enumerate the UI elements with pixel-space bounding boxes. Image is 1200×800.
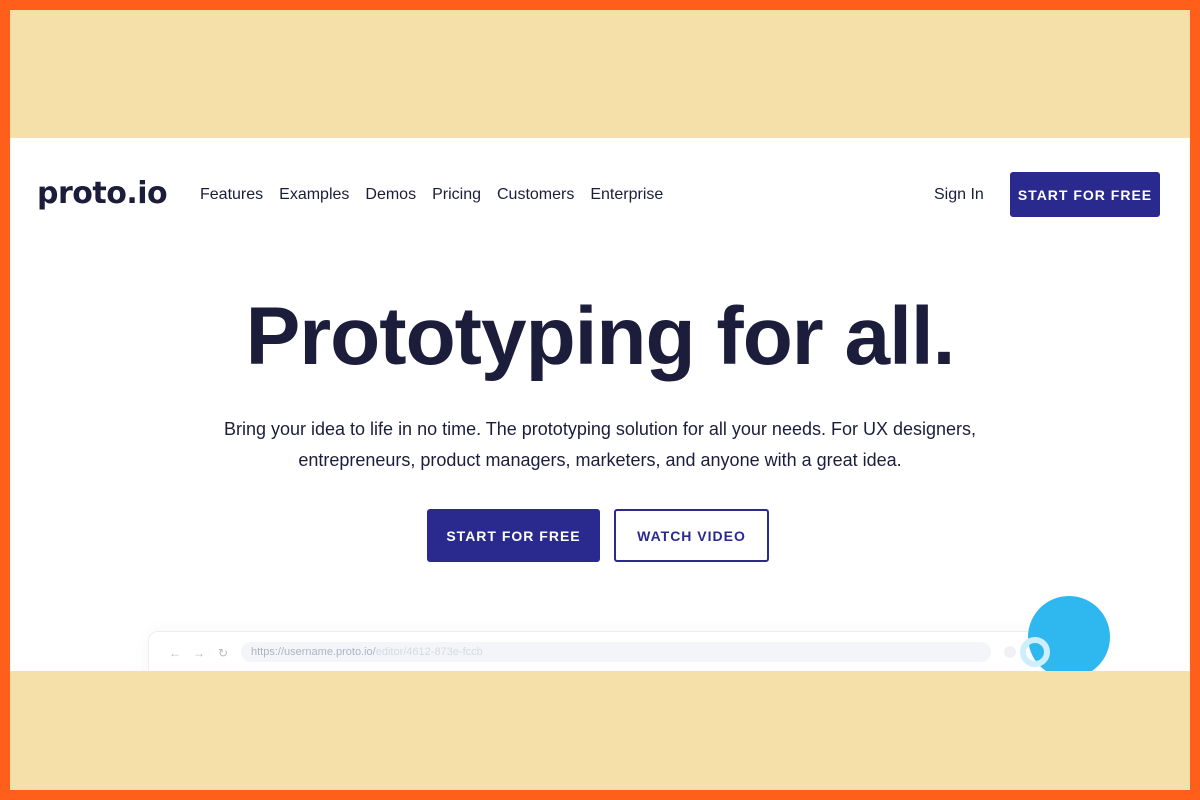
browser-menu-dot [1004,646,1016,658]
nav-link-enterprise[interactable]: Enterprise [590,186,663,204]
nav-start-for-free-button[interactable]: START FOR FREE [1010,172,1160,217]
sign-in-link[interactable]: Sign In [934,186,984,204]
hero-subtitle-line-1: Bring your idea to life in no time. The … [223,419,977,439]
hero-subtitle-line-2: entrepreneurs, product managers, markete… [298,450,902,470]
url-base-text: https://username.proto.io/ [251,646,376,658]
watch-video-button[interactable]: WATCH VIDEO [614,509,769,562]
nav-link-demos[interactable]: Demos [365,186,416,204]
hero-start-for-free-button[interactable]: START FOR FREE [427,509,600,562]
hero-subtitle: Bring your idea to life in no time. The … [200,414,1000,476]
browser-mockup: ← → ↻ https://username.proto.io/editor/4… [148,631,1050,671]
reload-icon: ↻ [217,646,229,660]
url-faded-text: editor/4612-873e-fccb [375,646,483,658]
back-arrow-icon: ← [169,646,181,660]
browser-toolbar: ← → ↻ [169,646,229,660]
decorative-blue-ring [1020,637,1050,667]
nav-link-customers[interactable]: Customers [497,186,574,204]
frame-background: proto.io Features Examples Demos Pricing… [10,10,1190,790]
main-nav: Features Examples Demos Pricing Customer… [200,186,663,204]
nav-link-pricing[interactable]: Pricing [432,186,481,204]
nav-link-examples[interactable]: Examples [279,186,349,204]
logo[interactable]: proto.io [37,176,168,211]
nav-link-features[interactable]: Features [200,186,263,204]
hero-title: Prototyping for all. [245,291,956,382]
website-screenshot: proto.io Features Examples Demos Pricing… [10,138,1190,671]
url-bar: https://username.proto.io/editor/4612-87… [241,642,991,662]
forward-arrow-icon: → [193,646,205,660]
